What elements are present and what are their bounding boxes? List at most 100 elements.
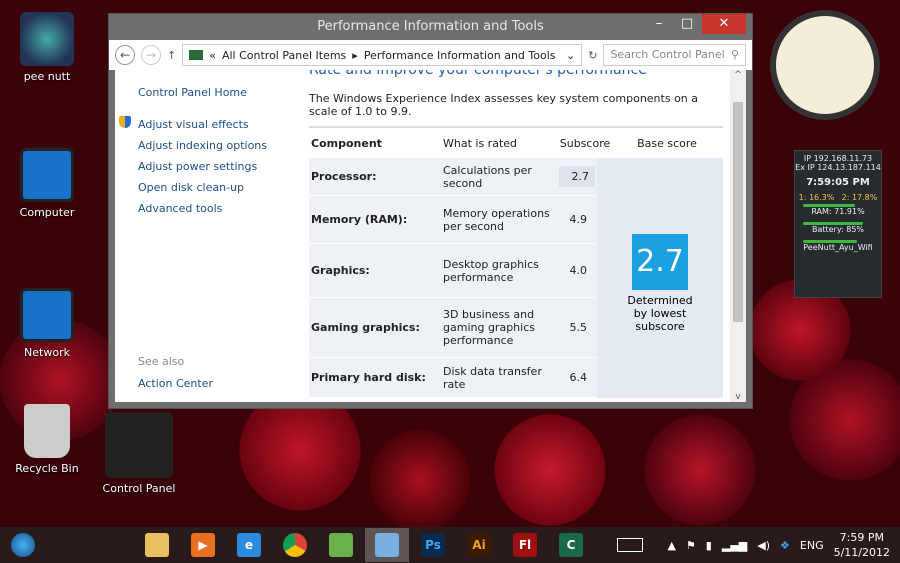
what-is-rated: Desktop graphics performance — [443, 257, 539, 284]
base-score-tile: 2.7 — [632, 234, 688, 290]
volume-icon[interactable]: ◀) — [757, 539, 770, 552]
breadcrumb-item[interactable]: Performance Information and Tools — [364, 49, 556, 62]
taskbar-camtasia[interactable]: C — [549, 528, 593, 562]
start-button[interactable] — [1, 528, 45, 562]
dropbox-icon[interactable]: ❖ — [780, 539, 790, 552]
score-table: Component What is rated Subscore Base score… — [309, 126, 723, 398]
ram-usage: RAM: 71.91% — [811, 207, 865, 216]
keyboard-icon[interactable] — [617, 538, 644, 552]
sidebar: Control Panel Home Adjust visual effects… — [115, 70, 305, 402]
control-panel-home-link[interactable]: Control Panel Home — [138, 86, 247, 99]
search-placeholder: Search Control Panel — [610, 48, 725, 61]
ie-icon: e — [237, 533, 261, 557]
language-indicator[interactable]: ENG — [800, 539, 824, 552]
component-name: Primary hard disk: — [311, 371, 426, 384]
base-score-cell: 2.7 Determined by lowest subscore — [597, 158, 723, 398]
photoshop-icon: Ps — [421, 533, 445, 557]
chevron-down-icon[interactable]: ⌄ — [566, 49, 575, 62]
refresh-icon[interactable]: ↻ — [588, 49, 597, 62]
external-ip: Ex IP 124.13.187.114 — [795, 163, 881, 172]
desktop-icon-network[interactable]: Network — [4, 288, 90, 359]
title-bar[interactable]: Performance Information and Tools – □ ✕ — [109, 14, 752, 40]
table-row: Primary hard disk: Disk data transfer rat… — [309, 358, 597, 398]
sidebar-link[interactable]: Open disk clean-up — [138, 181, 244, 194]
show-hidden-icons[interactable]: ▲ — [667, 539, 675, 552]
taskbar-media[interactable]: ▶ — [181, 528, 225, 562]
desktop-icon-recycle-bin[interactable]: Recycle Bin — [4, 404, 90, 475]
back-button[interactable]: ← — [115, 45, 135, 65]
taskbar-control-panel[interactable] — [365, 528, 409, 562]
action-center-link[interactable]: Action Center — [138, 377, 213, 390]
avatar-icon — [20, 12, 74, 66]
monitor-icon — [20, 148, 74, 202]
component-name: Processor: — [311, 170, 377, 183]
icon-label: pee nutt — [23, 70, 71, 83]
see-also-label: See also — [138, 355, 185, 368]
subscore: 2.7 — [559, 166, 595, 187]
taskbar-explorer[interactable] — [135, 528, 179, 562]
wifi-name: PeeNutt_Ayu_Wifi — [803, 243, 873, 252]
subscore: 6.4 — [569, 371, 588, 384]
content-area: Control Panel Home Adjust visual effects… — [115, 70, 746, 402]
taskbar-flash[interactable]: Fl — [503, 528, 547, 562]
column-header: Base score — [637, 136, 697, 150]
flag-icon[interactable]: ⚑ — [686, 539, 696, 552]
base-score-caption: Determined by lowest subscore — [627, 294, 693, 333]
what-is-rated: Memory operations per second — [443, 206, 550, 233]
icon-label: Control Panel — [102, 482, 176, 495]
scroll-up-icon[interactable]: ^ — [730, 70, 746, 80]
sidebar-link[interactable]: Adjust indexing options — [138, 139, 267, 152]
system-monitor-gadget[interactable]: IP 192.168.11.73 Ex IP 124.13.187.114 7:… — [794, 150, 882, 298]
subscore: 4.0 — [569, 264, 588, 277]
up-button[interactable]: ↑ — [167, 49, 176, 62]
breadcrumb[interactable]: «All Control Panel Items ▸ Performance Inf… — [182, 44, 583, 66]
what-is-rated: Disk data transfer rate — [443, 364, 542, 391]
sidebar-link[interactable]: Advanced tools — [138, 202, 222, 215]
forward-button[interactable]: → — [141, 45, 161, 65]
taskbar-chrome[interactable] — [273, 528, 317, 562]
scrollbar-thumb[interactable] — [733, 102, 743, 322]
battery-icon[interactable]: ▮ — [706, 539, 712, 552]
close-button[interactable]: ✕ — [702, 14, 746, 34]
flash-icon: Fl — [513, 533, 537, 557]
what-is-rated: 3D business and gaming graphics performa… — [443, 308, 535, 347]
control-panel-icon — [105, 412, 173, 478]
taskbar-illustrator[interactable]: Ai — [457, 528, 501, 562]
sidebar-link[interactable]: Adjust visual effects — [138, 118, 249, 131]
taskbar: ▶ e Ps Ai Fl C ▲ ⚑ ▮ ▂▄▆ ◀) ❖ ENG 7:59 P… — [0, 527, 900, 563]
network-icon — [20, 288, 74, 342]
breadcrumb-item[interactable]: All Control Panel Items — [222, 49, 346, 62]
minimize-button[interactable]: – — [646, 14, 672, 34]
system-tray: ▲ ⚑ ▮ ▂▄▆ ◀) ❖ ENG 7:59 PM 5/11/2012 — [617, 527, 890, 563]
vertical-scrollbar[interactable]: ^ v — [730, 70, 746, 402]
desktop-icon-control-panel[interactable]: Control Panel — [96, 412, 182, 495]
taskbar-photoshop[interactable]: Ps — [411, 528, 455, 562]
taskbar-ie[interactable]: e — [227, 528, 271, 562]
icon-label: Recycle Bin — [15, 462, 79, 475]
clock[interactable]: 7:59 PM 5/11/2012 — [834, 530, 890, 560]
desktop-icon-pee-nutt[interactable]: pee nutt — [4, 12, 90, 83]
camtasia-icon: C — [559, 533, 583, 557]
scroll-down-icon[interactable]: v — [730, 392, 746, 402]
desktop-icon-computer[interactable]: Computer — [4, 148, 90, 219]
recycle-bin-icon — [24, 404, 70, 458]
column-header: Component — [311, 136, 382, 150]
clock-gadget[interactable] — [770, 10, 880, 120]
signal-icon[interactable]: ▂▄▆ — [722, 539, 747, 552]
gadget-time: 7:59:05 PM — [806, 177, 870, 188]
intro-text: The Windows Experience Index assesses ke… — [309, 92, 699, 118]
search-input[interactable]: Search Control Panel ⚲ — [603, 44, 746, 66]
sidebar-link[interactable]: Adjust power settings — [138, 160, 257, 173]
table-row: Gaming graphics: 3D business and gaming g… — [309, 298, 597, 358]
taskbar-evernote[interactable] — [319, 528, 363, 562]
tray-time: 7:59 PM — [839, 531, 884, 544]
table-header: Component What is rated Subscore Base score — [309, 128, 723, 158]
table-row: Graphics: Desktop graphics performance 4.0 — [309, 244, 597, 298]
folder-icon — [189, 50, 204, 60]
component-name: Memory (RAM): — [311, 213, 408, 226]
icon-label: Network — [24, 346, 70, 359]
window-title: Performance Information and Tools — [317, 19, 544, 34]
column-header: What is rated — [443, 136, 518, 150]
media-icon: ▶ — [191, 533, 215, 557]
maximize-button[interactable]: □ — [674, 14, 700, 34]
